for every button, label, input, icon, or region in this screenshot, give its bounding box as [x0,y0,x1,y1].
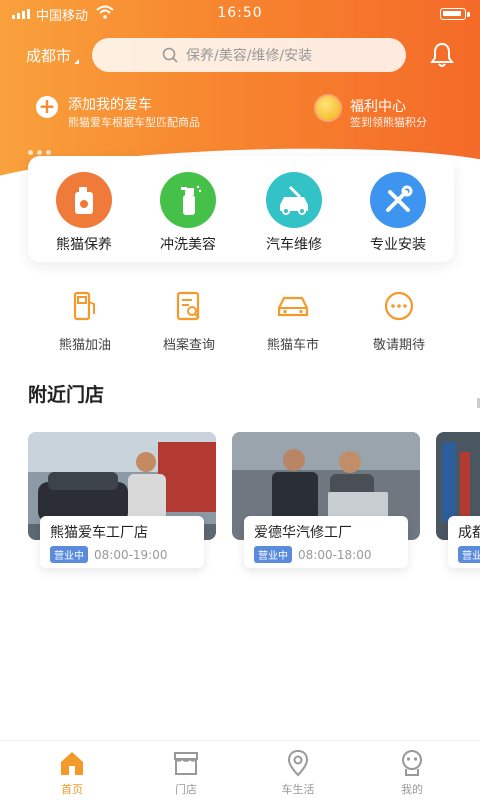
tab-label: 首页 [61,783,83,796]
service-label: 专业安装 [370,237,426,253]
status-bar: 中国移动 16:50 [0,0,480,26]
shortcut-label: 敬请期待 [372,338,425,353]
store-name: 爱德华汽修工厂 [254,525,352,541]
car-repair-icon [266,172,322,228]
bell-icon[interactable] [430,42,454,68]
tab-car-life[interactable]: 车生活 [258,749,338,797]
tab-label: 我的 [401,783,423,796]
search-placeholder: 保养/美容/维修/安装 [186,48,313,64]
car-icon [248,288,338,324]
status-badge: 营业中 [458,546,480,563]
store-info: 成都 营业中 [448,516,480,568]
shortcut-car-market[interactable]: 熊猫车市 [248,288,338,353]
tab-label: 车生活 [281,783,315,796]
spray-bottle-icon [160,172,216,228]
store-icon [146,749,226,777]
add-car-title: 添加我的爱车 [68,97,152,113]
plus-icon: + [36,96,58,118]
add-car-entry[interactable]: + 添加我的爱车 熊猫爱车根据车型匹配商品 [36,96,200,129]
store-info: 熊猫爱车工厂店 营业中 08:00-19:00 [40,516,204,568]
city-selector[interactable]: 成都市 [26,45,71,66]
tools-icon [370,172,426,228]
nearby-stores-title: 附近门店 [28,384,105,406]
service-label: 冲洗美容 [160,237,216,253]
city-caret-icon [74,59,79,64]
service-maintenance[interactable]: 熊猫保养 [44,172,124,254]
service-install[interactable]: 专业安装 [358,172,438,254]
store-info: 爱德华汽修工厂 营业中 08:00-18:00 [244,516,408,568]
bottom-tab-bar: 首页 门店 车生活 我的 [0,740,480,800]
shortcut-records[interactable]: 档案查询 [144,288,234,353]
shortcut-label: 熊猫车市 [266,338,319,353]
clock: 16:50 [217,5,263,21]
tab-stores[interactable]: 门店 [146,749,226,797]
coin-icon [316,96,340,120]
location-pin-icon [258,749,338,777]
add-car-subtitle: 熊猫爱车根据车型匹配商品 [68,116,200,129]
home-screen: 中国移动 16:50 成都市 保养/美容/维修/安装 + 添加我的爱车 熊猫爱车… [0,0,480,800]
battery-icon [440,8,470,20]
search-input[interactable]: 保养/美容/维修/安装 [92,38,406,72]
store-card[interactable]: 熊猫爱车工厂店 营业中 08:00-19:00 [28,432,216,572]
store-card[interactable]: 爱德华汽修工厂 营业中 08:00-18:00 [232,432,420,572]
welfare-subtitle: 签到领熊猫积分 [350,116,427,129]
tab-profile[interactable]: 我的 [372,749,452,797]
service-wash[interactable]: 冲洗美容 [148,172,228,254]
service-grid: 熊猫保养 冲洗美容 汽车维修 专业安装 [28,156,454,262]
status-badge: 营业中 [254,546,292,563]
banner-pager-dots [28,150,51,155]
service-repair[interactable]: 汽车维修 [254,172,334,254]
store-name: 熊猫爱车工厂店 [50,525,148,541]
fuel-pump-icon [40,288,130,324]
service-label: 熊猫保养 [56,237,112,253]
welfare-center-entry[interactable]: 福利中心 签到领熊猫积分 [316,96,427,129]
status-badge: 营业中 [50,546,88,563]
store-hours: 08:00-18:00 [298,547,372,562]
shortcut-label: 档案查询 [162,338,215,353]
store-name: 成都 [458,525,480,541]
shortcut-coming-soon[interactable]: 敬请期待 [354,288,444,353]
shortcut-label: 熊猫加油 [58,338,111,353]
search-icon [162,47,178,63]
profile-icon [372,749,452,777]
oil-can-icon [56,172,112,228]
more-icon [354,288,444,324]
tab-home[interactable]: 首页 [32,749,112,797]
store-hours: 08:00-19:00 [94,547,168,562]
welfare-title: 福利中心 [350,99,406,115]
home-icon [32,749,112,777]
tab-label: 门店 [175,783,197,796]
document-search-icon [144,288,234,324]
shortcut-fuel[interactable]: 熊猫加油 [40,288,130,353]
service-label: 汽车维修 [266,237,322,253]
store-card-partial[interactable]: 成都 营业中 [436,432,480,572]
